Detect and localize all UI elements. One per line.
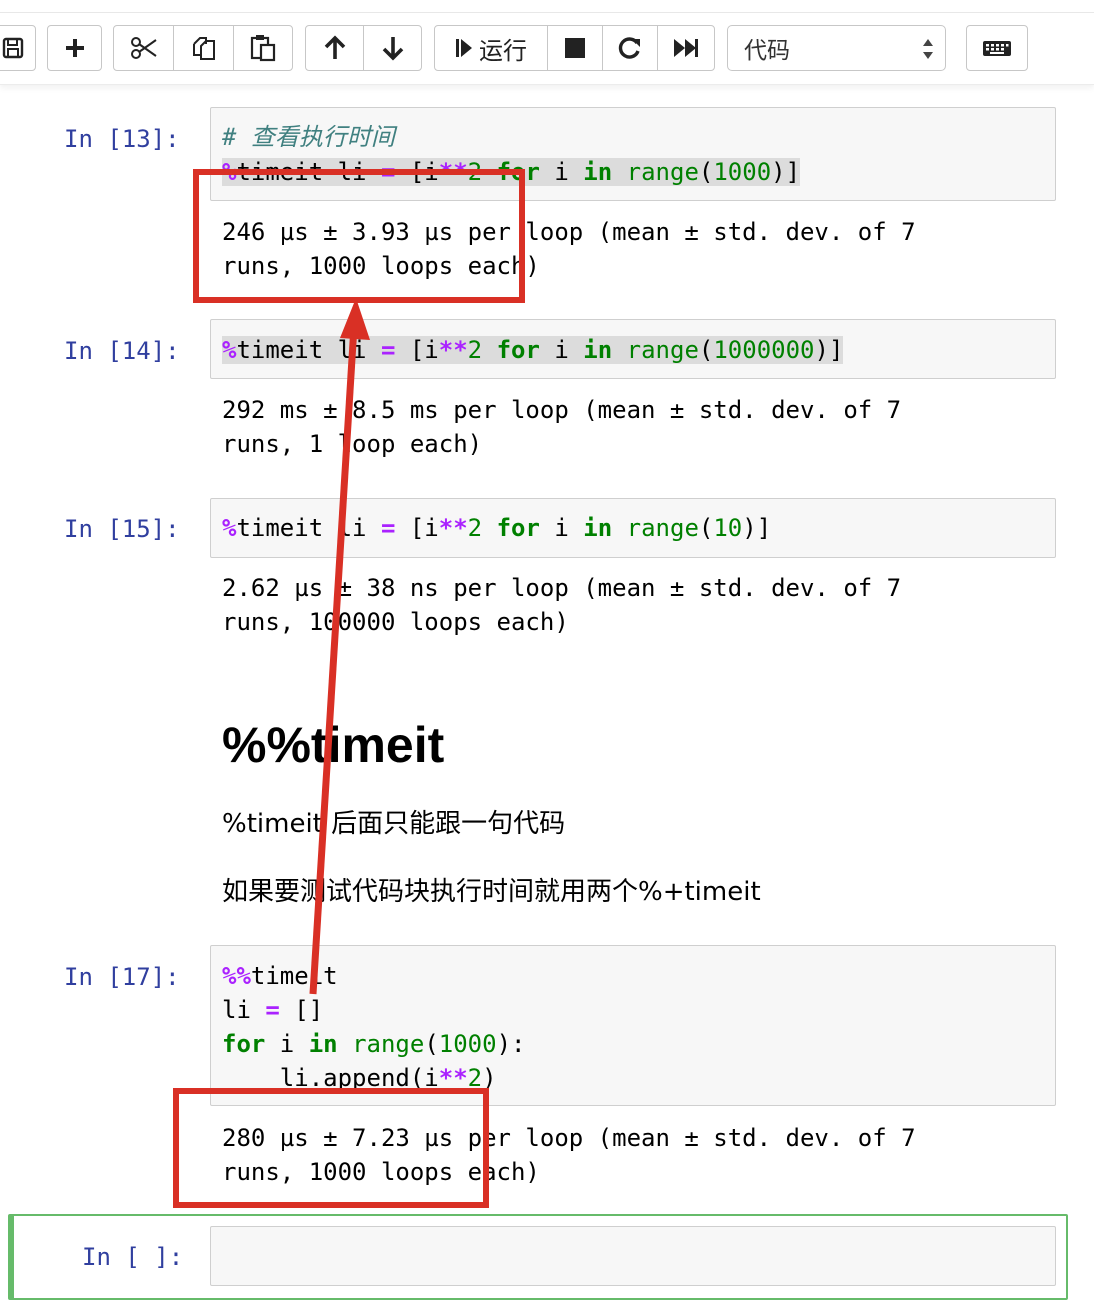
cut-button[interactable]	[113, 25, 174, 71]
empty-cell-prompt: In [ ]:	[82, 1243, 184, 1271]
copy-icon	[192, 37, 215, 60]
move-down-button[interactable]	[363, 25, 422, 71]
paste-icon	[250, 35, 276, 62]
cell-15-code-line-1: %timeit li = [i**2 for i in range(10)]	[222, 514, 772, 542]
cell-13-output-line-1: 246 µs ± 3.93 µs per loop (mean ± std. d…	[222, 218, 916, 246]
code-comment: # 查看执行时间	[222, 123, 395, 151]
save-button[interactable]	[0, 25, 36, 71]
run-label: 运行	[479, 36, 527, 65]
notebook-toolbar: 运行 代码	[0, 0, 1094, 85]
cell-15-output-line-2: runs, 100000 loops each)	[222, 608, 569, 636]
run-button[interactable]: 运行	[434, 25, 548, 71]
cell-13-prompt: In [13]:	[64, 125, 180, 153]
restart-icon	[618, 37, 640, 59]
cell-13-output-line-2: runs, 1000 loops each)	[222, 252, 540, 280]
fast-forward-icon	[674, 39, 698, 57]
save-icon	[2, 37, 24, 59]
cell-17-output-line-2: runs, 1000 loops each)	[222, 1158, 540, 1186]
cell-14-prompt: In [14]:	[64, 337, 180, 365]
stop-icon	[565, 38, 585, 58]
cell-15-prompt: In [15]:	[64, 515, 180, 543]
cell-14-output-line-1: 292 ms ± 8.5 ms per loop (mean ± std. de…	[222, 396, 902, 424]
cell-17-code-line-2: li = []	[222, 996, 324, 1024]
cell-14-code-line-1: %timeit li = [i**2 for i in range(100000…	[222, 333, 844, 367]
arrow-up-icon	[324, 35, 345, 59]
cell-14-output-line-2: runs, 1 loop each)	[222, 430, 483, 458]
keyboard-shortcuts-button[interactable]	[966, 25, 1028, 71]
cell-15-output-line-1: 2.62 µs ± 38 ns per loop (mean ± std. de…	[222, 574, 902, 602]
select-arrows-icon	[923, 39, 933, 59]
highlighted-code: %timeit li = [i**2 for i in range(1000)]	[222, 158, 801, 186]
keyboard-group	[966, 25, 1028, 71]
cell-13-code-line-1: # 查看执行时间	[222, 120, 395, 154]
cell-17-prompt: In [17]:	[64, 963, 180, 991]
cell-17-code-line-3: for i in range(1000):	[222, 1030, 526, 1058]
arrow-down-icon	[382, 37, 403, 61]
highlighted-code: %timeit li = [i**2 for i in range(100000…	[222, 336, 844, 364]
cell-17-output-line-1: 280 µs ± 7.23 µs per loop (mean ± std. d…	[222, 1124, 916, 1152]
cell-17-code-line-1: %%timeit	[222, 962, 338, 990]
cell-type-select[interactable]: 代码	[727, 25, 946, 71]
cell-13-code-line-2: %timeit li = [i**2 for i in range(1000)]	[222, 155, 801, 189]
step-icon	[456, 39, 472, 57]
move-group	[305, 25, 422, 71]
insert-cell-button[interactable]	[47, 25, 102, 71]
markdown-heading: %%timeit	[222, 717, 445, 773]
scissors-icon	[130, 37, 157, 59]
run-all-button[interactable]	[657, 25, 715, 71]
edit-group	[113, 25, 293, 71]
run-group: 运行	[434, 25, 715, 71]
stop-button[interactable]	[547, 25, 603, 71]
paste-button[interactable]	[233, 25, 293, 71]
empty-cell-input[interactable]	[210, 1226, 1056, 1286]
restart-button[interactable]	[602, 25, 658, 71]
cell-type-value: 代码	[744, 38, 790, 64]
insert-group	[47, 25, 102, 71]
markdown-paragraph-2: 如果要测试代码块执行时间就用两个%+timeit	[222, 877, 761, 907]
markdown-paragraph-1: %timeit 后面只能跟一句代码	[222, 809, 566, 839]
plus-icon	[65, 39, 84, 57]
move-up-button[interactable]	[305, 25, 364, 71]
keyboard-icon	[983, 41, 1011, 56]
toolbar-top-divider	[0, 12, 1094, 13]
cell-17-code-line-4: li.append(i**2)	[222, 1064, 497, 1092]
copy-button[interactable]	[173, 25, 234, 71]
save-group	[0, 25, 36, 71]
